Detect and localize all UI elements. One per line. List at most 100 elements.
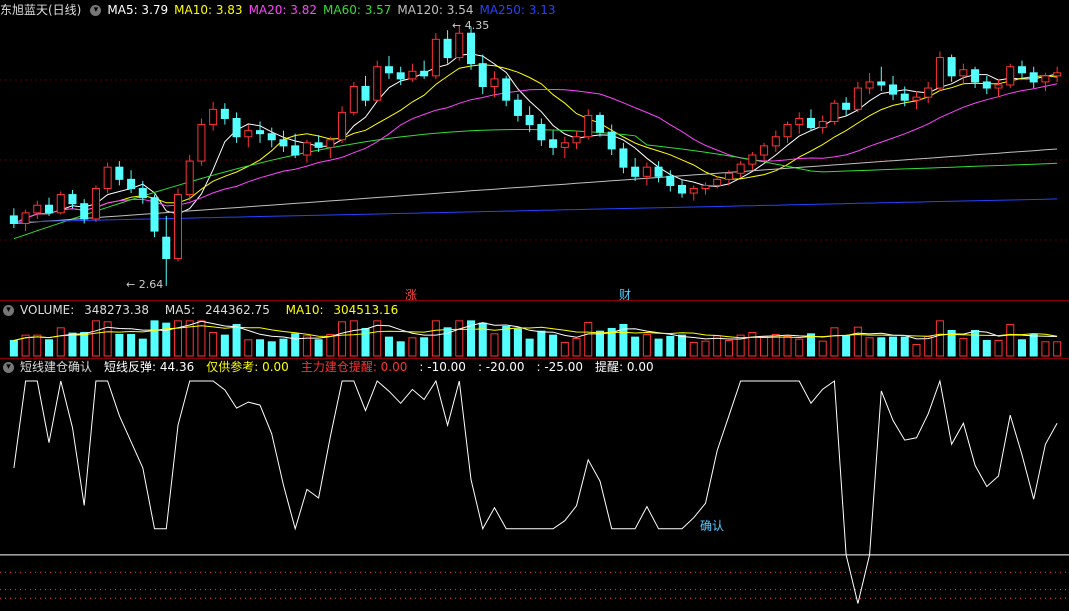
volume-bar <box>185 320 194 357</box>
volume-bar <box>678 334 687 357</box>
candle-body <box>256 130 265 135</box>
indicator-legend-2: 主力建仓提醒: 0.00 <box>300 360 408 374</box>
volume-bar <box>1006 323 1015 357</box>
volume-bar <box>80 331 89 357</box>
volume-bar <box>748 331 757 357</box>
candle-body <box>115 166 124 180</box>
volume-bar <box>45 339 54 357</box>
candlestick-chart[interactable] <box>0 0 1069 300</box>
volume-bar <box>1017 339 1026 357</box>
volume-bar <box>232 323 241 357</box>
indicator-legend-5: : -25.00 <box>536 360 584 374</box>
volume-bar <box>595 330 604 357</box>
candle-body <box>267 133 276 141</box>
candle-body <box>701 184 710 189</box>
candle-body <box>748 154 757 165</box>
settings-circle-icon[interactable]: ▾ <box>3 362 14 373</box>
candle-body <box>830 102 839 123</box>
candle-body <box>994 84 1003 89</box>
candle-body <box>889 84 898 95</box>
candle-body <box>91 187 100 220</box>
candle-body <box>162 236 171 260</box>
volume-bar <box>220 334 229 357</box>
candle-body <box>291 145 300 156</box>
volume-bar <box>959 337 968 357</box>
settings-circle-icon[interactable]: ▾ <box>90 5 102 16</box>
volume-bar <box>783 335 792 357</box>
candle-body <box>138 187 147 199</box>
ma-line-3 <box>13 129 1058 240</box>
candle-body <box>900 93 909 101</box>
volume-bar <box>173 320 182 357</box>
candle-body <box>959 69 968 77</box>
candle-body <box>68 194 77 205</box>
volume-bar <box>150 320 159 357</box>
ma-legend-0: MA5: 3.79 <box>107 3 169 17</box>
candle-body <box>326 139 335 148</box>
indicator-legend-3: : -10.00 <box>419 360 466 374</box>
candle-body <box>842 102 851 110</box>
candle-body <box>1029 72 1038 83</box>
settings-circle-icon[interactable]: ▾ <box>3 305 14 316</box>
candle-body <box>865 81 874 89</box>
candle-body <box>560 142 569 148</box>
candle-body <box>302 142 311 156</box>
candle-body <box>408 70 417 80</box>
volume-bar <box>431 320 440 357</box>
volume-bar <box>924 335 933 357</box>
candle-body <box>1017 66 1026 74</box>
volume-panel[interactable]: ▾ VOLUME: 348273.38 MA5: 244362.75 MA10: … <box>0 301 1069 358</box>
candle-body <box>45 204 54 214</box>
volume-bar <box>666 335 675 357</box>
volume-bar <box>138 338 147 357</box>
price-panel[interactable]: 东旭蓝天(日线) ▾ MA5: 3.79 MA10: 3.83 MA20: 3.82 MA… <box>0 0 1069 302</box>
volume-bar <box>420 337 429 357</box>
candle-body <box>572 136 581 144</box>
volume-bar <box>701 340 710 357</box>
candle-body <box>244 130 253 138</box>
volume-bar <box>889 336 898 357</box>
candle-body <box>1053 72 1062 77</box>
candle-body <box>232 117 241 138</box>
indicator-legend-0: 短线反弹: 44.36 <box>104 360 195 374</box>
volume-bar <box>865 337 874 357</box>
candle-body <box>713 178 722 186</box>
ma-line-0 <box>13 53 1058 224</box>
volume-bar <box>115 333 124 357</box>
volume-bar <box>525 338 534 357</box>
volume-bar <box>455 320 464 357</box>
volume-bar <box>877 337 886 357</box>
candle-body <box>33 204 42 214</box>
candle-body <box>935 57 944 89</box>
candle-body <box>467 32 476 65</box>
candle-body <box>678 184 687 194</box>
candle-body <box>349 86 358 113</box>
candle-body <box>877 81 886 86</box>
volume-bar <box>830 327 839 357</box>
candle-body <box>631 166 640 177</box>
candle-body <box>220 108 229 119</box>
volume-bar <box>384 336 393 357</box>
candle-body <box>971 69 980 83</box>
candle-body <box>56 194 65 214</box>
candle-body <box>689 187 698 194</box>
volume-bar <box>490 333 499 357</box>
ma-legend-2: MA20: 3.82 <box>248 3 317 17</box>
volume-bar <box>549 334 558 357</box>
indicator-legend-4: : -20.00 <box>477 360 525 374</box>
volume-bar <box>935 320 944 357</box>
candle-body <box>760 145 769 156</box>
candle-body <box>525 114 534 126</box>
volume-bar <box>256 339 265 357</box>
volume-bar <box>912 343 921 357</box>
indicator-panel[interactable]: ▾ 短线建仓确认 短线反弹: 44.36 仅供参考: 0.00 主力建仓提醒: 0.00… <box>0 359 1069 611</box>
candle-body <box>502 78 511 101</box>
volume-bar <box>56 327 65 357</box>
indicator-chart[interactable] <box>0 359 1069 611</box>
candle-body <box>373 66 382 101</box>
candle-body <box>584 114 593 138</box>
volume-bar <box>1053 341 1062 357</box>
volume-bar <box>478 322 487 357</box>
volume-bar <box>818 340 827 357</box>
candle-body <box>314 142 323 148</box>
